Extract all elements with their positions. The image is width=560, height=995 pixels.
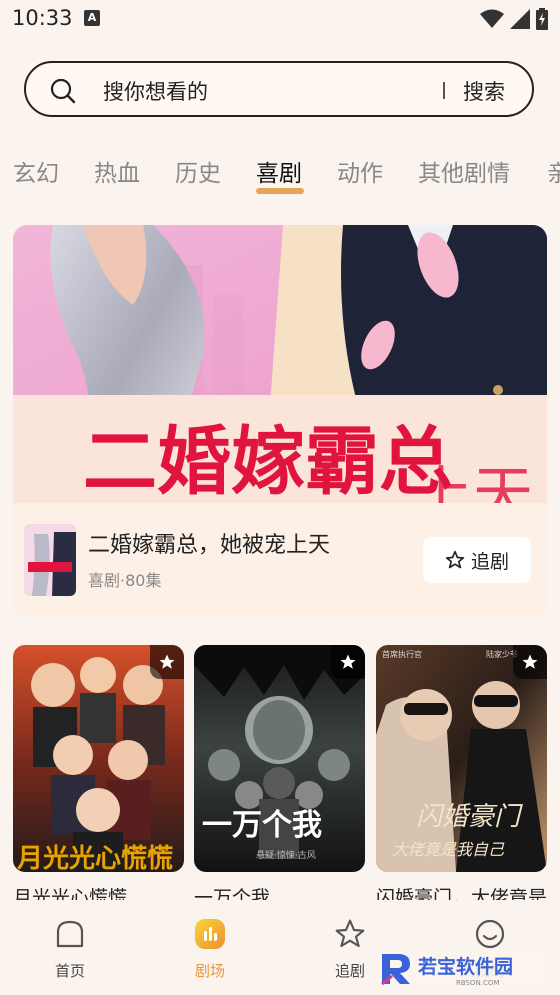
home-icon xyxy=(56,920,84,948)
tab-dongzuo[interactable]: 动作 xyxy=(337,154,383,188)
profile-icon xyxy=(475,919,505,949)
featured-thumbnail[interactable] xyxy=(24,524,76,596)
star-outline-icon xyxy=(445,550,465,569)
drama-card-1[interactable]: 月光光心慌慌 xyxy=(13,645,184,872)
theater-icon xyxy=(195,919,225,949)
featured-meta: 二婚嫁霸总，她被宠上天 喜剧·80集 追剧 xyxy=(13,503,547,617)
poster-1: 月光光心慌慌 xyxy=(13,645,184,872)
poster-2: 一万个我 悬疑·惊悚·古风 xyxy=(194,645,365,872)
star-outline-icon xyxy=(335,919,365,948)
search-input[interactable]: 搜你想看的 xyxy=(103,76,208,106)
tab-qita[interactable]: 其他剧情 xyxy=(418,154,510,188)
tab-more[interactable]: 亲 xyxy=(547,154,560,188)
featured-subtitle: 喜剧·80集 xyxy=(88,571,162,590)
featured-banner[interactable]: 二婚嫁霸总 上天 xyxy=(13,225,547,503)
favorite-badge[interactable] xyxy=(513,645,547,679)
tab-lishi[interactable]: 历史 xyxy=(175,154,221,188)
star-icon xyxy=(159,654,175,669)
tab-xiju[interactable]: 喜剧 xyxy=(256,154,302,188)
nav-theater[interactable]: 剧场 xyxy=(170,918,250,981)
nav-home[interactable]: 首页 xyxy=(30,918,110,981)
poster-3: 首席执行官 陆家少爷 闪婚豪门 大佬竟是我自己 xyxy=(376,645,547,872)
search-bar[interactable]: 搜你想看的 搜索 xyxy=(24,61,534,117)
poster-3-top-left: 首席执行官 xyxy=(382,649,422,659)
accessibility-icon: A xyxy=(84,10,100,26)
tab-rexue[interactable]: 热血 xyxy=(94,154,140,188)
banner-title-text: 二婚嫁霸总 xyxy=(83,419,453,503)
watermark-sub: RBSON.COM xyxy=(456,979,499,987)
follow-label: 追剧 xyxy=(470,550,509,573)
status-time: 10:33 xyxy=(12,6,73,30)
drama-card-3[interactable]: 首席执行官 陆家少爷 闪婚豪门 大佬竟是我自己 xyxy=(376,645,547,872)
poster-2-sub: 悬疑·惊悚·古风 xyxy=(256,849,316,861)
favorite-badge[interactable] xyxy=(331,645,365,679)
battery-icon xyxy=(536,8,548,30)
poster-1-title: 月光光心慌慌 xyxy=(16,844,173,872)
nav-theater-label: 剧场 xyxy=(194,962,225,980)
active-tab-indicator xyxy=(256,188,304,194)
featured-title[interactable]: 二婚嫁霸总，她被宠上天 xyxy=(88,527,330,559)
search-icon xyxy=(50,78,76,104)
follow-button[interactable]: 追剧 xyxy=(423,537,531,583)
favorite-badge[interactable] xyxy=(150,645,184,679)
wifi-icon xyxy=(480,9,504,28)
status-bar: 10:33 A xyxy=(0,0,560,40)
star-icon xyxy=(522,654,538,669)
watermark-text: 若宝软件园 xyxy=(418,955,513,978)
star-icon xyxy=(340,654,356,669)
featured-drama-card[interactable]: 二婚嫁霸总 上天 二婚嫁霸总，她被宠上天 喜剧·80集 追剧 xyxy=(13,225,547,617)
drama-card-2[interactable]: 一万个我 悬疑·惊悚·古风 xyxy=(194,645,365,872)
nav-home-label: 首页 xyxy=(54,962,85,980)
poster-3-title: 闪婚豪门 xyxy=(416,802,523,832)
search-button[interactable]: 搜索 xyxy=(463,76,505,106)
search-divider xyxy=(443,82,445,99)
banner-subtitle-text: 上天 xyxy=(413,460,533,503)
poster-3-title-2: 大佬竟是我自己 xyxy=(392,840,505,859)
tab-xuanhuan[interactable]: 玄幻 xyxy=(13,154,59,188)
watermark-logo: 若宝软件园 RBSON.COM xyxy=(378,950,548,988)
signal-icon xyxy=(510,9,530,29)
poster-2-title: 一万个我 xyxy=(202,808,322,843)
